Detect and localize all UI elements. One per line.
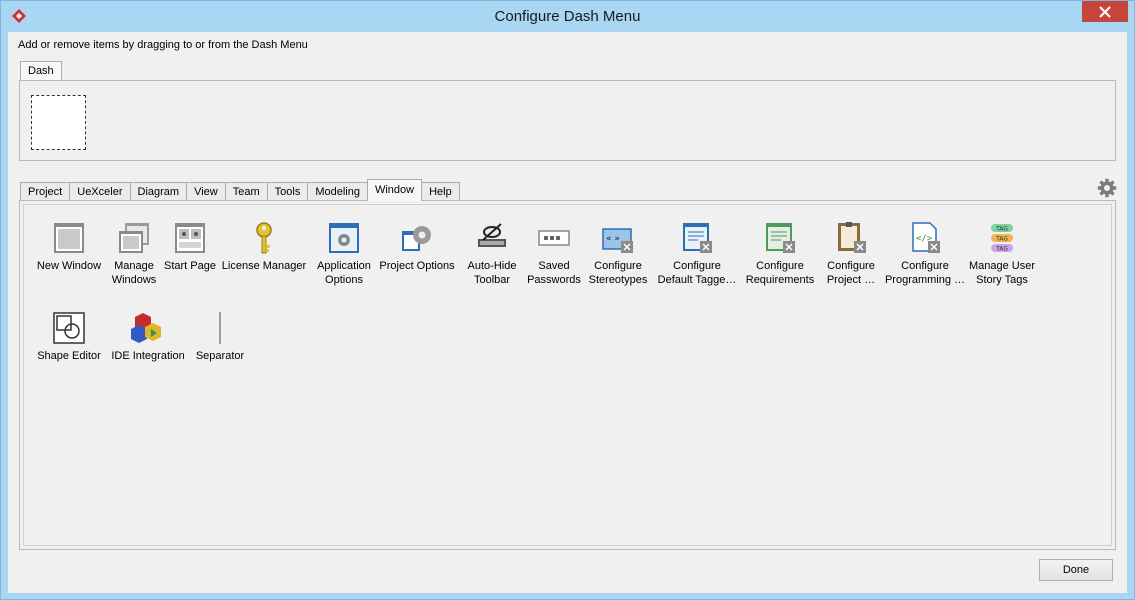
tag-label: TAG	[995, 236, 1008, 243]
category-tabs: Project UeXceler Diagram View Team Tools…	[20, 179, 460, 201]
item-label: New Window	[36, 260, 102, 272]
item-new-window[interactable]: New Window	[34, 221, 104, 273]
item-configure-default-tagged-values[interactable]: Configure Default Tagge…	[654, 221, 740, 287]
title-bar[interactable]: Configure Dash Menu	[1, 1, 1134, 32]
item-application-options[interactable]: Application Options	[314, 221, 374, 287]
ide-integration-icon	[131, 313, 161, 343]
dialog-window: Configure Dash Menu Add or remove items …	[0, 0, 1135, 600]
item-label: Configure	[901, 260, 949, 272]
tab-modeling[interactable]: Modeling	[307, 182, 368, 201]
item-label: Auto-Hide	[467, 260, 517, 272]
gear-icon[interactable]	[1097, 178, 1117, 198]
close-icon	[1099, 5, 1111, 18]
item-label-2: Requirements	[745, 274, 815, 286]
tab-team[interactable]: Team	[224, 182, 268, 201]
item-project-options[interactable]: Project Options	[378, 221, 456, 273]
tab-help[interactable]: Help	[421, 182, 460, 201]
configure-tagged-values-icon	[683, 223, 712, 253]
auto-hide-toolbar-icon	[478, 223, 506, 247]
item-ide-integration[interactable]: IDE Integration	[106, 311, 190, 363]
item-label-2: Passwords	[527, 274, 581, 286]
item-label: Configure	[827, 260, 875, 272]
item-auto-hide-toolbar[interactable]: Auto-Hide Toolbar	[464, 221, 520, 287]
item-label: Start Page	[164, 260, 216, 272]
item-label-2: Options	[325, 274, 363, 286]
tag-label: TAG	[995, 226, 1008, 233]
configure-requirements-icon	[766, 223, 795, 253]
item-configure-programming[interactable]: </> Configure Programming …	[884, 221, 966, 287]
item-label: Separator	[195, 350, 245, 362]
tab-view[interactable]: View	[186, 182, 226, 201]
item-label: Saved	[538, 260, 570, 272]
item-label: Manage User	[968, 260, 1036, 272]
story-tags-icon: TAG TAG TAG	[991, 224, 1013, 253]
item-start-page[interactable]: Start Page	[162, 221, 218, 273]
item-label-2: Windows	[111, 274, 157, 286]
tab-window[interactable]: Window	[366, 179, 423, 201]
item-label: IDE Integration	[111, 350, 185, 362]
item-label: Shape Editor	[37, 350, 101, 362]
window-title: Configure Dash Menu	[494, 8, 641, 25]
configure-project-icon	[838, 222, 866, 253]
item-configure-stereotypes[interactable]: « » Configure Stereotypes	[586, 221, 650, 287]
item-shape-editor[interactable]: Shape Editor	[36, 311, 102, 363]
item-label: Application	[317, 260, 371, 272]
manage-windows-icon	[119, 223, 149, 253]
svg-text:« »: « »	[606, 234, 620, 244]
dash-tab[interactable]: Dash	[20, 61, 62, 81]
item-label-2: Project …	[826, 274, 876, 286]
tab-tools[interactable]: Tools	[266, 182, 309, 201]
tab-uexceler[interactable]: UeXceler	[69, 182, 131, 201]
dash-drop-target[interactable]	[31, 95, 86, 150]
item-label: License Manager	[221, 260, 307, 272]
item-label-2: Stereotypes	[588, 274, 648, 286]
project-options-icon	[402, 226, 431, 251]
item-separator[interactable]: Separator	[192, 311, 248, 363]
item-label: Manage	[114, 260, 154, 272]
item-license-manager[interactable]: License Manager	[220, 221, 308, 273]
key-icon	[256, 222, 272, 254]
item-label-2: Programming …	[884, 274, 966, 286]
items-grid: New Window Manage Windows Start Page Lic…	[23, 204, 1112, 546]
shape-editor-icon	[53, 312, 85, 344]
instructions-text: Add or remove items by dragging to or fr…	[18, 39, 308, 51]
item-label: Configure	[673, 260, 721, 272]
close-button[interactable]	[1082, 1, 1128, 22]
item-label: Project Options	[379, 260, 455, 272]
item-saved-passwords[interactable]: Saved Passwords	[524, 221, 584, 287]
saved-passwords-icon	[538, 230, 570, 246]
tag-label: TAG	[995, 246, 1008, 253]
items-panel: New Window Manage Windows Start Page Lic…	[19, 200, 1116, 550]
done-button[interactable]: Done	[1039, 559, 1113, 581]
item-configure-requirements[interactable]: Configure Requirements	[744, 221, 816, 287]
new-window-icon	[54, 223, 84, 253]
item-manage-user-story-tags[interactable]: TAG TAG TAG Manage User Story Tags	[966, 221, 1038, 287]
item-configure-project[interactable]: Configure Project …	[820, 221, 882, 287]
tab-project[interactable]: Project	[20, 182, 71, 201]
item-label-2: Toolbar	[473, 274, 511, 286]
separator-icon	[219, 312, 221, 344]
start-page-icon	[175, 223, 205, 253]
dash-menu-panel[interactable]	[19, 80, 1116, 161]
dialog-body: Add or remove items by dragging to or fr…	[8, 32, 1127, 593]
tab-diagram[interactable]: Diagram	[129, 182, 188, 201]
configure-stereotypes-icon: « »	[602, 228, 633, 253]
item-manage-windows[interactable]: Manage Windows	[106, 221, 162, 287]
item-label-2: Default Tagge…	[657, 274, 737, 286]
item-label: Configure	[594, 260, 642, 272]
item-label: Configure	[756, 260, 804, 272]
application-options-icon	[329, 223, 359, 253]
configure-programming-icon: </>	[912, 222, 940, 253]
item-label-2: Story Tags	[976, 274, 1028, 286]
